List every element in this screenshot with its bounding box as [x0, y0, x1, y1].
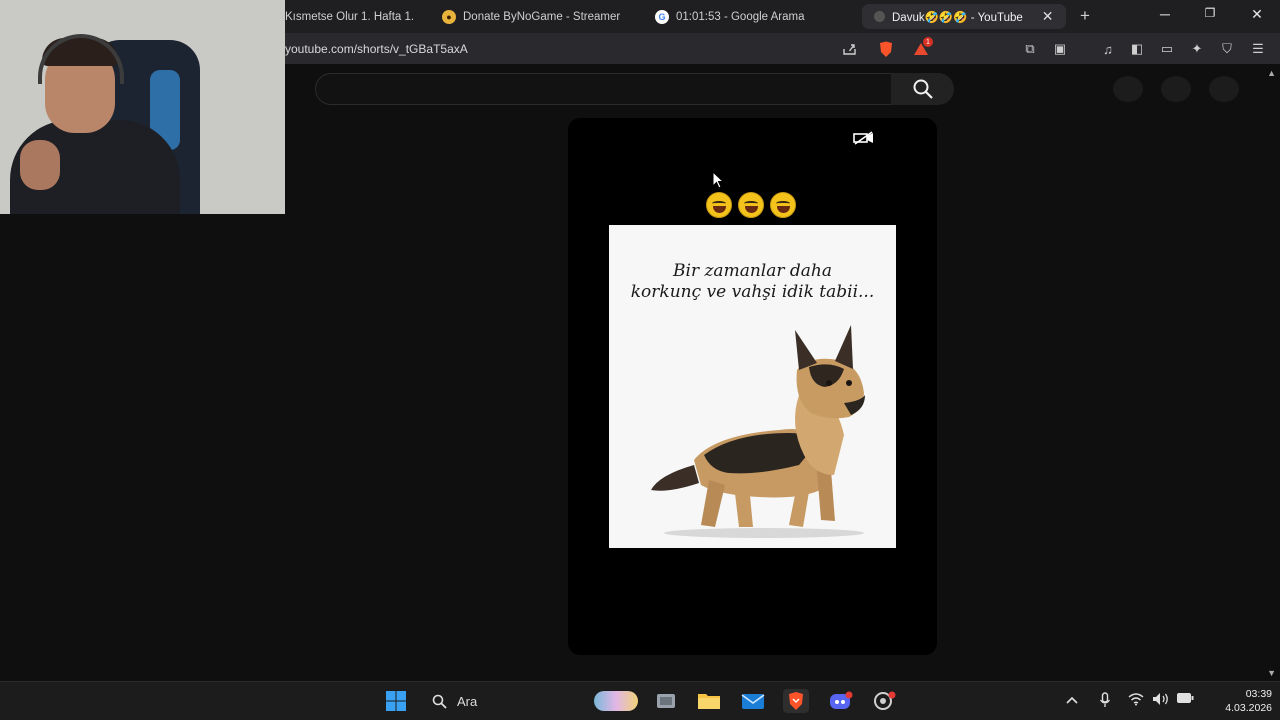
- restore-window-button[interactable]: ❐: [1198, 6, 1222, 20]
- streamer-hand: [20, 140, 60, 190]
- wallet-icon[interactable]: ▭: [1158, 40, 1176, 58]
- close-window-button[interactable]: ✕: [1245, 6, 1269, 23]
- search-icon: [432, 694, 447, 709]
- screen: Kısmetse Olur 1. Hafta 1. ● Donate ByNoG…: [0, 0, 1280, 720]
- tab-kismetse-olur[interactable]: Kısmetse Olur 1. Hafta 1.: [285, 4, 420, 29]
- clock-time: 03:39: [1245, 688, 1272, 700]
- menu-icon[interactable]: ☰: [1249, 40, 1267, 58]
- youtube-search-button[interactable]: [891, 73, 954, 105]
- vpn-shield-icon[interactable]: ⛉: [1218, 40, 1236, 58]
- steelseries-icon[interactable]: [871, 689, 897, 713]
- extensions-puzzle-icon[interactable]: ⧉: [1021, 40, 1039, 58]
- meme-image: Bir zamanlar daha korkunç ve vahşi idik …: [609, 225, 896, 548]
- meme-caption-line: korkunç ve vahşi idik tabii...: [630, 282, 875, 302]
- tab-donate-bynogame[interactable]: ● Donate ByNoGame - Streamer: [442, 4, 632, 29]
- rofl-emoji-icon: [770, 192, 796, 218]
- notifications-button[interactable]: [1161, 76, 1191, 102]
- bynogame-favicon-icon: ●: [442, 9, 456, 24]
- brave-browser-icon[interactable]: [783, 689, 809, 713]
- caption-emojis: [706, 192, 796, 218]
- search-icon: [913, 79, 933, 99]
- taskbar-search[interactable]: Ara: [422, 688, 642, 714]
- tab-label: Donate ByNoGame - Streamer: [463, 10, 621, 23]
- webcam-overlay: [0, 0, 285, 214]
- discord-icon[interactable]: [828, 689, 854, 713]
- clock-date: 4.03.2026: [1225, 702, 1272, 714]
- tab-label: Kısmetse Olur 1. Hafta 1.: [285, 10, 415, 23]
- wifi-icon[interactable]: [1128, 692, 1144, 709]
- meme-caption: Bir zamanlar daha korkunç ve vahşi idik …: [609, 261, 896, 303]
- tab-label: 01:01:53 - Google Arama: [676, 10, 805, 23]
- new-tab-button[interactable]: +: [1080, 6, 1090, 26]
- address-bar-url[interactable]: youtube.com/shorts/v_tGBaT5axA: [285, 42, 468, 56]
- meme-caption-line: Bir zamanlar daha: [673, 261, 832, 281]
- file-explorer-icon[interactable]: [696, 689, 722, 713]
- rofl-emoji-icon: [706, 192, 732, 218]
- close-tab-icon[interactable]: ✕: [1042, 8, 1054, 25]
- microphone-icon[interactable]: [1099, 692, 1111, 711]
- mute-icon[interactable]: [852, 130, 876, 146]
- tab-youtube-davuk[interactable]: Davuk🤣🤣🤣 - YouTube ✕: [862, 4, 1066, 29]
- screenshot-icon[interactable]: ▣: [1051, 40, 1069, 58]
- rewards-badge: 1: [923, 37, 933, 47]
- music-icon[interactable]: ♫: [1099, 40, 1117, 58]
- audio-playing-icon: [874, 11, 885, 22]
- taskbar-clock[interactable]: 03:39 4.03.2026: [1202, 687, 1272, 715]
- create-button[interactable]: [1113, 76, 1143, 102]
- mouse-cursor-icon: [712, 171, 724, 189]
- scroll-down-arrow-icon[interactable]: ▼: [1267, 668, 1276, 678]
- task-view-icon[interactable]: [653, 689, 679, 713]
- windows-taskbar: Ara 03:39 4.03.2026: [0, 681, 1280, 720]
- minimize-window-button[interactable]: ─: [1153, 6, 1177, 22]
- volume-icon[interactable]: [1152, 692, 1170, 709]
- german-shepherd-illustration: [651, 325, 865, 538]
- brave-shields-icon[interactable]: [877, 40, 895, 58]
- mail-icon[interactable]: [740, 689, 766, 713]
- show-hidden-icons-chevron-icon[interactable]: [1066, 692, 1078, 707]
- avatar[interactable]: [1209, 76, 1239, 102]
- shorts-video-player[interactable]: Bir zamanlar daha korkunç ve vahşi idik …: [568, 118, 937, 655]
- search-highlight-icon: [594, 691, 638, 711]
- tab-google-search[interactable]: G 01:01:53 - Google Arama: [655, 4, 835, 29]
- youtube-search-input[interactable]: [315, 73, 892, 105]
- windows-start-icon[interactable]: [383, 689, 409, 713]
- brave-rewards-icon[interactable]: 1: [912, 37, 933, 58]
- google-favicon-icon: G: [655, 9, 669, 24]
- taskbar-search-label: Ara: [457, 693, 478, 709]
- leo-ai-icon[interactable]: ✦: [1188, 40, 1206, 58]
- rofl-emoji-icon: [738, 192, 764, 218]
- tab-label: Davuk🤣🤣🤣 - YouTube: [892, 11, 1023, 24]
- battery-icon[interactable]: [1176, 692, 1194, 707]
- scroll-up-arrow-icon[interactable]: ▲: [1267, 68, 1276, 78]
- sidebar-toggle-icon[interactable]: ◧: [1128, 40, 1146, 58]
- share-icon[interactable]: [841, 40, 859, 58]
